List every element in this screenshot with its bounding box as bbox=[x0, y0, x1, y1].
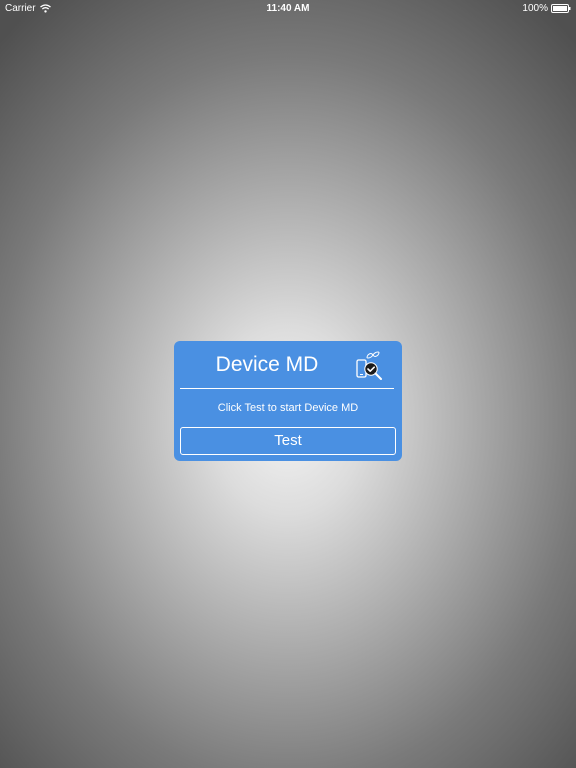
instruction-text: Click Test to start Device MD bbox=[217, 402, 359, 414]
status-bar: Carrier 11:40 AM 100% bbox=[0, 0, 576, 16]
card-header: Device MD bbox=[174, 341, 402, 387]
card-title: Device MD bbox=[215, 353, 319, 376]
battery-icon bbox=[551, 4, 571, 13]
battery-percent: 100% bbox=[522, 3, 548, 14]
status-right: 100% bbox=[522, 3, 571, 14]
test-button[interactable]: Test bbox=[180, 427, 396, 455]
card-divider bbox=[180, 388, 394, 389]
status-time: 11:40 AM bbox=[266, 3, 310, 14]
phone-magnifier-check-icon bbox=[356, 351, 382, 380]
device-md-card: Device MD Click Test to start Device MD … bbox=[174, 341, 402, 461]
